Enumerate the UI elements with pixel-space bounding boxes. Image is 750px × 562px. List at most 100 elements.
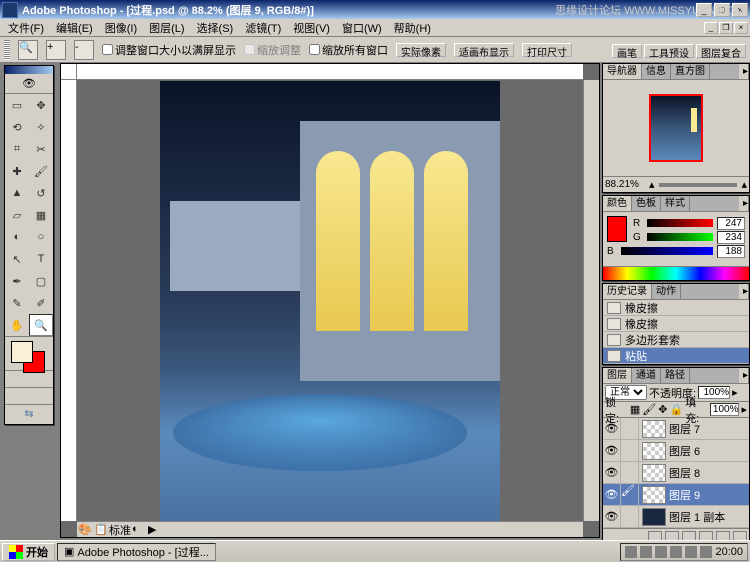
history-item[interactable]: 多边形套索 bbox=[603, 332, 749, 348]
gradient-tool[interactable]: ▦ bbox=[29, 204, 53, 226]
zoom-slider[interactable] bbox=[659, 183, 738, 187]
menu-file[interactable]: 文件(F) bbox=[2, 19, 50, 36]
type-tool[interactable]: T bbox=[29, 248, 53, 270]
ps-logo-icon[interactable]: 👁 bbox=[5, 74, 53, 94]
layer-thumbnail[interactable] bbox=[642, 464, 666, 482]
tab-navigator[interactable]: 导航器 bbox=[603, 64, 642, 79]
history-item[interactable]: 粘贴 bbox=[603, 348, 749, 364]
lock-all-icon[interactable]: 🔒 bbox=[669, 403, 683, 416]
zoom-out-icon[interactable]: ▴ bbox=[649, 178, 655, 191]
path-tool[interactable]: ↖ bbox=[5, 248, 29, 270]
layer-thumbnail[interactable] bbox=[642, 486, 666, 504]
status-icon-3[interactable]: ◐ bbox=[132, 523, 146, 537]
screen-mode-2[interactable] bbox=[29, 388, 53, 404]
tab-swatches[interactable]: 色板 bbox=[632, 196, 661, 211]
menu-select[interactable]: 选择(S) bbox=[191, 19, 240, 36]
lock-paint-icon[interactable]: 🖌 bbox=[642, 403, 656, 416]
tab-history[interactable]: 历史记录 bbox=[603, 284, 652, 299]
well-brushes[interactable]: 画笔 bbox=[612, 44, 642, 58]
history-brush-tool[interactable]: ↺ bbox=[29, 182, 53, 204]
tray-icon[interactable] bbox=[640, 546, 652, 558]
navigator-zoom-value[interactable]: 88.21% bbox=[605, 179, 649, 190]
history-menu-icon[interactable]: ▸ bbox=[739, 284, 749, 299]
menu-edit[interactable]: 编辑(E) bbox=[50, 19, 99, 36]
layer-row[interactable]: 👁🖌图层 9 bbox=[603, 484, 749, 506]
well-layer-comps[interactable]: 图层复合 bbox=[696, 44, 746, 58]
lock-position-icon[interactable]: ✥ bbox=[658, 403, 667, 416]
r-slider[interactable] bbox=[647, 219, 713, 227]
tab-paths[interactable]: 路径 bbox=[661, 368, 690, 383]
layer-thumbnail[interactable] bbox=[642, 508, 666, 526]
ruler-origin[interactable] bbox=[61, 64, 77, 80]
tab-info[interactable]: 信息 bbox=[642, 64, 671, 79]
color-menu-icon[interactable]: ▸ bbox=[739, 196, 749, 211]
visibility-icon[interactable]: 👁 bbox=[603, 462, 621, 483]
vertical-ruler[interactable] bbox=[61, 80, 77, 521]
tab-styles[interactable]: 样式 bbox=[661, 196, 690, 211]
b-value[interactable]: 188 bbox=[717, 245, 745, 258]
move-tool[interactable]: ✥ bbox=[29, 94, 53, 116]
menu-image[interactable]: 图像(I) bbox=[99, 19, 143, 36]
slice-tool[interactable]: ✂ bbox=[29, 138, 53, 160]
link-cell[interactable]: 🖌 bbox=[621, 484, 639, 505]
tab-color[interactable]: 颜色 bbox=[603, 196, 632, 211]
visibility-icon[interactable]: 👁 bbox=[603, 484, 621, 505]
tray-icon[interactable] bbox=[625, 546, 637, 558]
g-slider[interactable] bbox=[647, 233, 713, 241]
opacity-arrow-icon[interactable]: ▸ bbox=[732, 386, 738, 399]
stamp-tool[interactable]: ▲ bbox=[5, 182, 29, 204]
status-icon-4[interactable]: ▶ bbox=[148, 523, 162, 537]
lock-transparency-icon[interactable]: ▦ bbox=[630, 403, 640, 416]
fill-arrow-icon[interactable]: ▸ bbox=[741, 403, 747, 416]
link-cell[interactable] bbox=[621, 418, 639, 439]
layer-thumbnail[interactable] bbox=[642, 420, 666, 438]
quickmask-mode-button[interactable] bbox=[29, 371, 53, 387]
shape-tool[interactable]: ▢ bbox=[29, 270, 53, 292]
fit-screen-button[interactable]: 适画布显示 bbox=[454, 43, 514, 57]
tab-actions[interactable]: 动作 bbox=[652, 284, 681, 299]
navigator-thumbnail[interactable] bbox=[649, 94, 703, 162]
color-spectrum[interactable] bbox=[603, 266, 749, 280]
tab-layers[interactable]: 图层 bbox=[603, 368, 632, 383]
taskbar-app-button[interactable]: ▣ Adobe Photoshop - [过程... bbox=[57, 543, 216, 561]
history-item[interactable]: 橡皮擦 bbox=[603, 300, 749, 316]
vertical-scrollbar[interactable] bbox=[583, 80, 599, 521]
layer-thumbnail[interactable] bbox=[642, 442, 666, 460]
link-cell[interactable] bbox=[621, 506, 639, 527]
r-value[interactable]: 247 bbox=[717, 217, 745, 230]
fit-window-checkbox[interactable]: 调整窗口大小以满屏显示 bbox=[102, 42, 236, 58]
brush-tool[interactable]: 🖌 bbox=[29, 160, 53, 182]
lasso-tool[interactable]: ⟲ bbox=[5, 116, 29, 138]
menu-window[interactable]: 窗口(W) bbox=[336, 19, 388, 36]
tray-icon[interactable] bbox=[685, 546, 697, 558]
wand-tool[interactable]: ✧ bbox=[29, 116, 53, 138]
hand-tool[interactable]: ✋ bbox=[5, 314, 29, 336]
tray-icon[interactable] bbox=[655, 546, 667, 558]
minimize-button[interactable]: _ bbox=[696, 3, 712, 17]
print-size-button[interactable]: 打印尺寸 bbox=[522, 43, 572, 57]
eraser-tool[interactable]: ▱ bbox=[5, 204, 29, 226]
healing-tool[interactable]: ✚ bbox=[5, 160, 29, 182]
notes-tool[interactable]: ✎ bbox=[5, 292, 29, 314]
g-value[interactable]: 234 bbox=[717, 231, 745, 244]
layer-row[interactable]: 👁图层 8 bbox=[603, 462, 749, 484]
blur-tool[interactable]: ◐ bbox=[5, 226, 29, 248]
foreground-color[interactable] bbox=[11, 341, 33, 363]
menu-filter[interactable]: 滤镜(T) bbox=[239, 19, 287, 36]
zoom-in-icon[interactable]: + bbox=[46, 40, 66, 60]
doc-close-button[interactable]: × bbox=[734, 22, 748, 34]
link-cell[interactable] bbox=[621, 462, 639, 483]
menu-layer[interactable]: 图层(L) bbox=[143, 19, 190, 36]
tray-icon[interactable] bbox=[700, 546, 712, 558]
color-current-swatch[interactable] bbox=[607, 216, 627, 242]
navigator-menu-icon[interactable]: ▸ bbox=[739, 64, 749, 79]
clock[interactable]: 20:00 bbox=[715, 546, 743, 558]
fill-input[interactable]: 100% bbox=[710, 403, 739, 416]
canvas-area[interactable] bbox=[77, 80, 583, 521]
eyedropper-tool[interactable]: ✐ bbox=[29, 292, 53, 314]
imageready-button[interactable]: ⇆ bbox=[5, 404, 53, 424]
history-item[interactable]: 橡皮擦 bbox=[603, 316, 749, 332]
doc-minimize-button[interactable]: _ bbox=[704, 22, 718, 34]
horizontal-ruler[interactable] bbox=[77, 64, 583, 80]
maximize-button[interactable]: □ bbox=[714, 3, 730, 17]
